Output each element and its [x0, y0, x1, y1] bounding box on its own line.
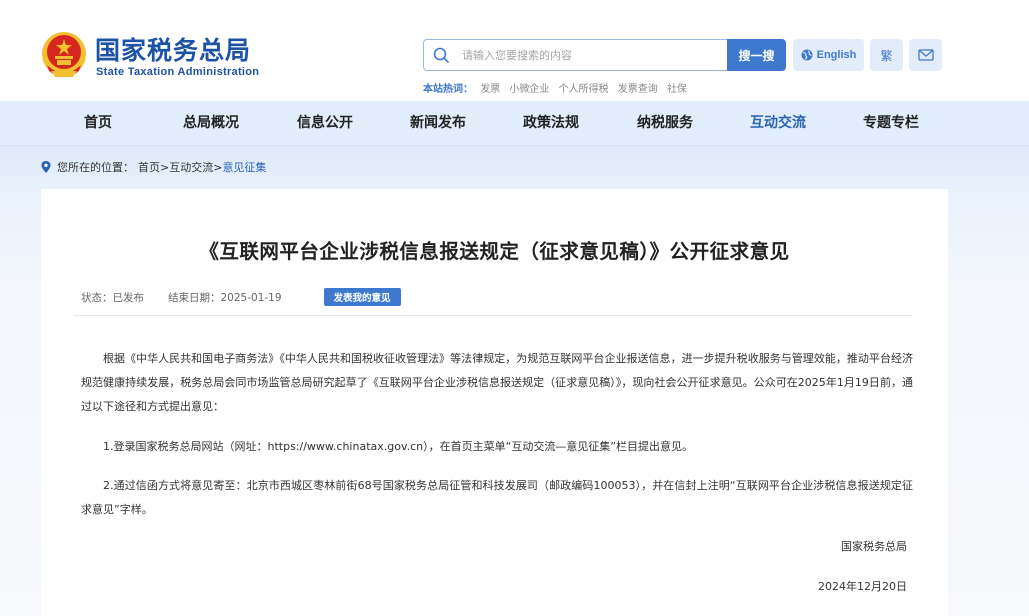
article-card: 《互联网平台企业涉税信息报送规定（征求意见稿）》公开征求意见 状态：已发布 结束… [41, 189, 948, 616]
nav-item-overview[interactable]: 总局概况 [161, 101, 261, 146]
main-nav: 首页 总局概况 信息公开 新闻发布 政策法规 纳税服务 互动交流 专题专栏 [0, 101, 1029, 146]
breadcrumb-separator: > [213, 160, 223, 174]
mail-icon [917, 49, 934, 61]
nav-item-news[interactable]: 新闻发布 [388, 101, 488, 146]
article-status: 状态：已发布 [81, 291, 144, 304]
nav-item-interaction[interactable]: 互动交流 [728, 101, 828, 146]
hot-word-link[interactable]: 个人所得税 [559, 84, 609, 95]
globe-icon [801, 49, 813, 61]
hot-word-link[interactable]: 社保 [667, 84, 687, 95]
article-end-date: 结束日期：2025-01-19 [168, 291, 282, 304]
article-paragraph: 1.登录国家税务总局网站（网址：https://www.chinatax.gov… [103, 440, 694, 453]
national-emblem-icon[interactable] [41, 31, 87, 79]
breadcrumb: 您所在的位置： 首页 > 互动交流 > 意见征集 [41, 158, 266, 176]
hot-word-link[interactable]: 发票查询 [618, 84, 658, 95]
nav-item-info-disclosure[interactable]: 信息公开 [275, 101, 375, 146]
english-button[interactable]: English [793, 39, 864, 71]
site-header: 国家税务总局 State Taxation Administration 搜一搜… [0, 0, 1029, 101]
submit-comment-button[interactable]: 发表我的意见 [323, 288, 401, 306]
nav-item-policy[interactable]: 政策法规 [501, 101, 601, 146]
article-title: 《互联网平台企业涉税信息报送规定（征求意见稿）》公开征求意见 [199, 240, 790, 263]
breadcrumb-section[interactable]: 互动交流 [169, 159, 213, 175]
article-paragraph: 2.通过信函方式将意见寄至：北京市西城区枣林前街68号国家税务总局征管和科技发展… [81, 479, 913, 516]
search-icon [433, 47, 449, 63]
search-box [423, 39, 727, 71]
hot-words-label: 本站热词： [423, 84, 473, 95]
english-button-label: English [816, 49, 857, 61]
article-paragraph: 根据《中华人民共和国电子商务法》《中华人民共和国税收征收管理法》等法律规定，为规… [81, 352, 913, 413]
nav-item-tax-service[interactable]: 纳税服务 [615, 101, 715, 146]
search-button[interactable]: 搜一搜 [727, 39, 786, 71]
nav-item-home[interactable]: 首页 [48, 101, 148, 146]
divider [74, 315, 912, 316]
article-meta: 状态：已发布 结束日期：2025-01-19 发表我的意见 [81, 288, 401, 306]
hot-word-link[interactable]: 小微企业 [509, 84, 549, 95]
site-logo-title[interactable]: 国家税务总局 [95, 36, 251, 66]
breadcrumb-separator: > [160, 160, 170, 174]
breadcrumb-current[interactable]: 意见征集 [222, 159, 266, 175]
mail-button[interactable] [909, 39, 942, 71]
hot-word-link[interactable]: 发票 [480, 84, 500, 95]
hot-words: 本站热词： 发票 小微企业 个人所得税 发票查询 社保 [423, 80, 693, 95]
nav-item-special-topics[interactable]: 专题专栏 [841, 101, 941, 146]
article-signature: 国家税务总局 [841, 540, 907, 553]
article-date: 2024年12月20日 [818, 580, 907, 593]
traditional-chinese-button[interactable]: 繁 [870, 39, 903, 71]
breadcrumb-home[interactable]: 首页 [138, 159, 160, 175]
breadcrumb-prefix: 您所在的位置： [57, 161, 134, 174]
location-pin-icon [41, 161, 51, 173]
site-logo-subtitle[interactable]: State Taxation Administration [96, 66, 259, 78]
search-input[interactable] [462, 40, 722, 70]
